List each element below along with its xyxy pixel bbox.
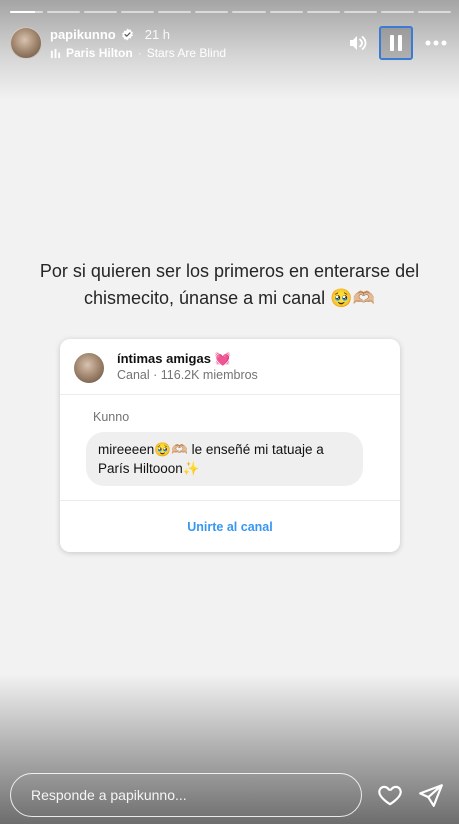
send-icon	[419, 784, 443, 807]
send-button[interactable]	[418, 782, 444, 808]
user-line: papikunno 21 h	[50, 27, 170, 42]
progress-segment	[417, 11, 451, 13]
channel-meta: Canal · 116.2K miembros	[117, 368, 258, 382]
progress-segment	[343, 11, 377, 13]
avatar[interactable]	[10, 27, 42, 59]
progress-segment	[269, 11, 303, 13]
progress-segment	[121, 11, 155, 13]
reply-input[interactable]	[10, 773, 362, 817]
music-bars-icon	[50, 48, 61, 58]
message-bubble: mireeeen🥹🫶🏼 le enseñé mi tatuaje a París…	[86, 432, 363, 486]
story-header: papikunno 21 h Paris Hilton · Stars Are …	[10, 26, 449, 60]
progress-fill	[10, 11, 35, 13]
track-separator: ·	[137, 46, 142, 60]
progress-segment	[195, 11, 229, 13]
progress-segment	[84, 11, 118, 13]
more-options-button[interactable]	[423, 26, 449, 60]
divider	[60, 500, 400, 501]
join-channel-button[interactable]: Unirte al canal	[60, 520, 400, 534]
progress-segment	[158, 11, 192, 13]
volume-button[interactable]	[347, 26, 369, 60]
post-time: 21 h	[144, 27, 171, 42]
track-artist: Paris Hilton	[66, 46, 133, 60]
track-title: Stars Are Blind	[146, 46, 227, 60]
story-caption: Por si quieren ser los primeros en enter…	[39, 261, 420, 308]
message-sender: Kunno	[93, 410, 130, 424]
pause-button[interactable]	[379, 26, 413, 60]
volume-icon	[350, 36, 367, 50]
channel-avatar	[74, 353, 104, 383]
more-icon	[425, 40, 447, 46]
verified-badge-icon	[121, 28, 133, 41]
progress-segment	[10, 11, 44, 13]
pause-icon	[390, 35, 402, 51]
story-viewer: papikunno 21 h Paris Hilton · Stars Are …	[0, 0, 459, 824]
header-controls	[347, 26, 449, 60]
like-button[interactable]	[377, 782, 403, 808]
story-progress-bar	[10, 11, 451, 14]
progress-segment	[232, 11, 266, 13]
heart-icon	[378, 785, 402, 806]
username[interactable]: papikunno	[50, 27, 116, 42]
channel-card[interactable]: íntimas amigas 💓 Canal · 116.2K miembros…	[60, 339, 400, 552]
progress-segment	[47, 11, 81, 13]
progress-segment	[306, 11, 340, 13]
channel-name: íntimas amigas 💓	[117, 351, 231, 366]
music-attribution[interactable]: Paris Hilton · Stars Are Blind	[50, 46, 226, 60]
divider	[60, 394, 400, 395]
progress-segment	[380, 11, 414, 13]
